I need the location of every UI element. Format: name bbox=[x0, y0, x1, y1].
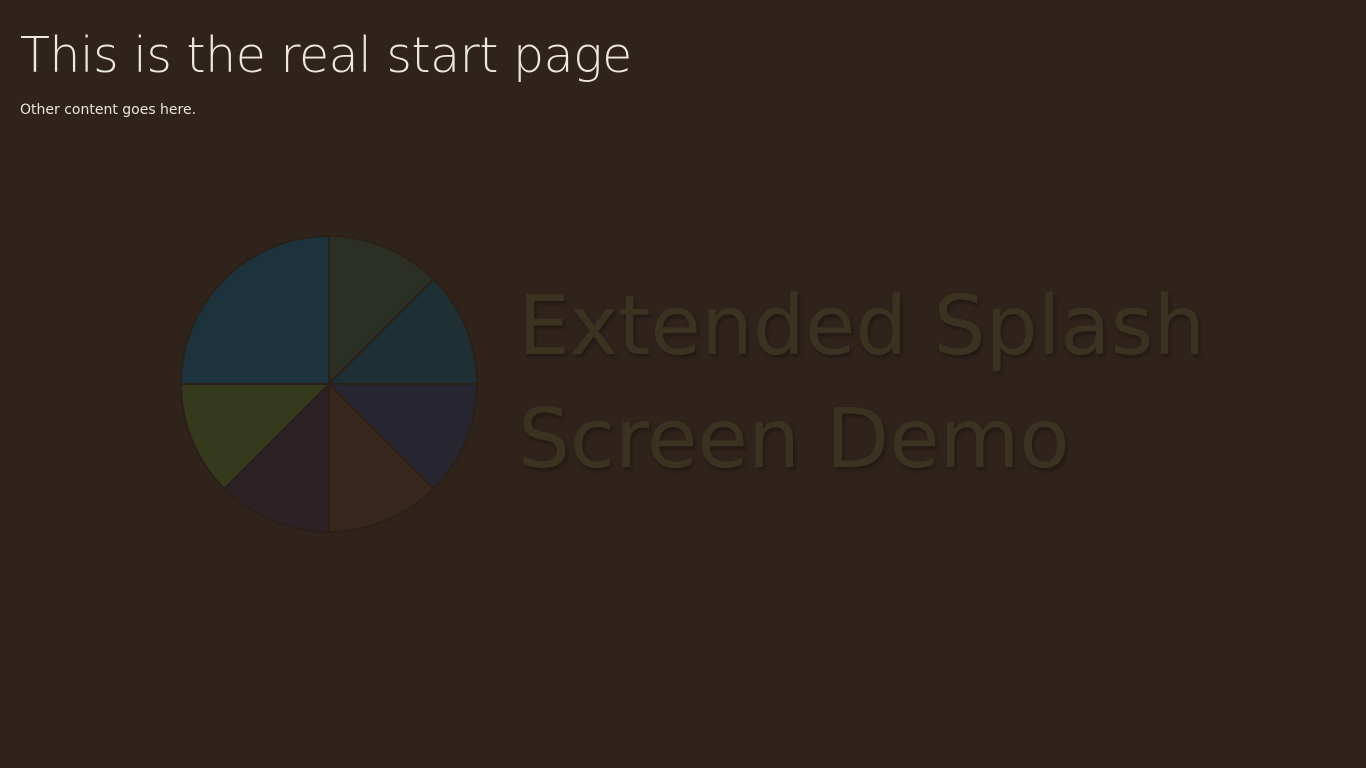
logo-slice-nw-quadrant bbox=[179, 234, 330, 385]
splash-title-line1: Extended Splash bbox=[518, 279, 1206, 374]
splash-title: Extended Splash Screen Demo bbox=[518, 270, 1205, 496]
splash-logo-icon bbox=[179, 234, 479, 534]
splash-title-line2: Screen Demo bbox=[518, 392, 1070, 487]
page-title: This is the real start page bbox=[20, 27, 632, 84]
page-subtitle: Other content goes here. bbox=[20, 102, 197, 118]
